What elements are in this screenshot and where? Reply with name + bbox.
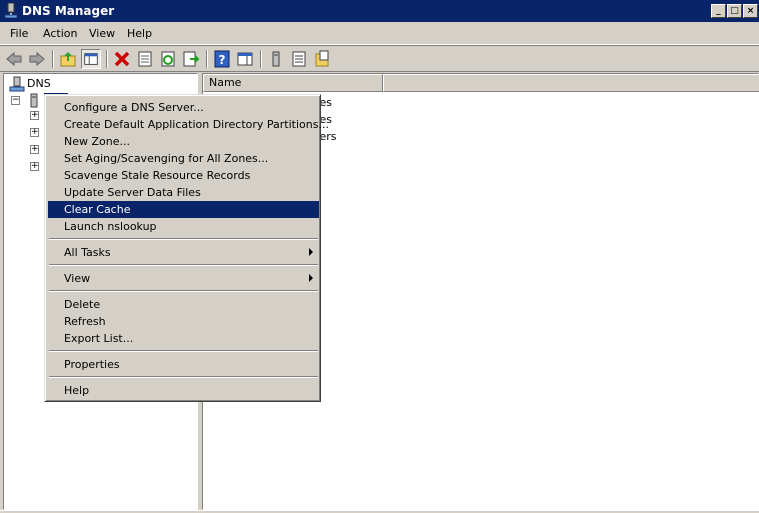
submenu-arrow-icon bbox=[309, 248, 313, 256]
expand-toggle[interactable]: + bbox=[30, 162, 39, 171]
server-icon[interactable] bbox=[266, 49, 286, 69]
menu-set-aging-scavenging[interactable]: Set Aging/Scavenging for All Zones... bbox=[48, 150, 319, 167]
menu-launch-nslookup[interactable]: Launch nslookup bbox=[48, 218, 319, 235]
toolbar: ? bbox=[0, 45, 759, 72]
menu-all-tasks-label: All Tasks bbox=[64, 246, 111, 259]
menu-separator bbox=[49, 290, 318, 292]
column-header-name[interactable]: Name bbox=[203, 74, 383, 92]
expand-toggle[interactable]: + bbox=[30, 128, 39, 137]
menu-delete[interactable]: Delete bbox=[48, 296, 319, 313]
window-title: DNS Manager bbox=[22, 4, 115, 18]
menu-new-zone[interactable]: New Zone... bbox=[48, 133, 319, 150]
menu-separator bbox=[49, 238, 318, 240]
list-icon[interactable] bbox=[289, 49, 309, 69]
forward-icon[interactable] bbox=[27, 49, 47, 69]
title-bar: DNS Manager _ □ × bbox=[0, 0, 759, 22]
menu-separator bbox=[49, 376, 318, 378]
menu-export-list[interactable]: Export List... bbox=[48, 330, 319, 347]
expand-toggle[interactable]: + bbox=[30, 111, 39, 120]
menu-update-server-data-files[interactable]: Update Server Data Files bbox=[48, 184, 319, 201]
context-menu: Configure a DNS Server... Create Default… bbox=[44, 94, 329, 402]
menu-configure-dns-server[interactable]: Configure a DNS Server... bbox=[48, 99, 319, 116]
expand-toggle[interactable]: + bbox=[30, 145, 39, 154]
tree-root-dns[interactable]: DNS bbox=[27, 77, 51, 91]
export-list-icon[interactable] bbox=[181, 49, 201, 69]
toolbar-separator bbox=[206, 50, 208, 68]
dns-app-icon bbox=[4, 3, 18, 18]
toolbar-separator bbox=[106, 50, 108, 68]
toolbar-separator bbox=[52, 50, 54, 68]
close-button[interactable]: × bbox=[743, 4, 758, 18]
back-icon[interactable] bbox=[4, 49, 24, 69]
menu-view[interactable]: View bbox=[48, 270, 319, 287]
toolbar-separator bbox=[260, 50, 262, 68]
delete-icon[interactable] bbox=[112, 49, 132, 69]
menu-separator bbox=[49, 264, 318, 266]
menu-view-label: View bbox=[64, 272, 91, 285]
menu-view[interactable]: View bbox=[89, 27, 115, 41]
new-zone-icon[interactable] bbox=[312, 49, 332, 69]
menu-action[interactable]: Action bbox=[43, 27, 77, 41]
menu-scavenge-stale-records[interactable]: Scavenge Stale Resource Records bbox=[48, 167, 319, 184]
show-hide-action-pane-icon[interactable] bbox=[235, 49, 255, 69]
show-hide-tree-icon[interactable] bbox=[81, 49, 101, 69]
minimize-button[interactable]: _ bbox=[711, 4, 726, 18]
menu-bar: File Action View Help bbox=[0, 22, 759, 45]
server-icon bbox=[30, 93, 38, 108]
menu-refresh[interactable]: Refresh bbox=[48, 313, 319, 330]
submenu-arrow-icon bbox=[309, 274, 313, 282]
menu-properties[interactable]: Properties bbox=[48, 356, 319, 373]
menu-create-default-partitions[interactable]: Create Default Application Directory Par… bbox=[48, 116, 329, 133]
help-icon[interactable]: ? bbox=[212, 49, 232, 69]
properties-icon[interactable] bbox=[135, 49, 155, 69]
dns-root-icon bbox=[9, 76, 25, 92]
menu-file[interactable]: File bbox=[10, 27, 28, 41]
column-header-blank[interactable] bbox=[383, 74, 759, 92]
menu-all-tasks[interactable]: All Tasks bbox=[48, 244, 319, 261]
collapse-server-toggle[interactable]: − bbox=[11, 96, 20, 105]
refresh-icon[interactable] bbox=[158, 49, 178, 69]
menu-separator bbox=[49, 350, 318, 352]
menu-clear-cache[interactable]: Clear Cache bbox=[48, 201, 319, 218]
menu-help[interactable]: Help bbox=[48, 382, 319, 399]
maximize-button[interactable]: □ bbox=[727, 4, 742, 18]
svg-text:?: ? bbox=[219, 53, 226, 67]
menu-help[interactable]: Help bbox=[127, 27, 152, 41]
up-folder-icon[interactable] bbox=[58, 49, 78, 69]
